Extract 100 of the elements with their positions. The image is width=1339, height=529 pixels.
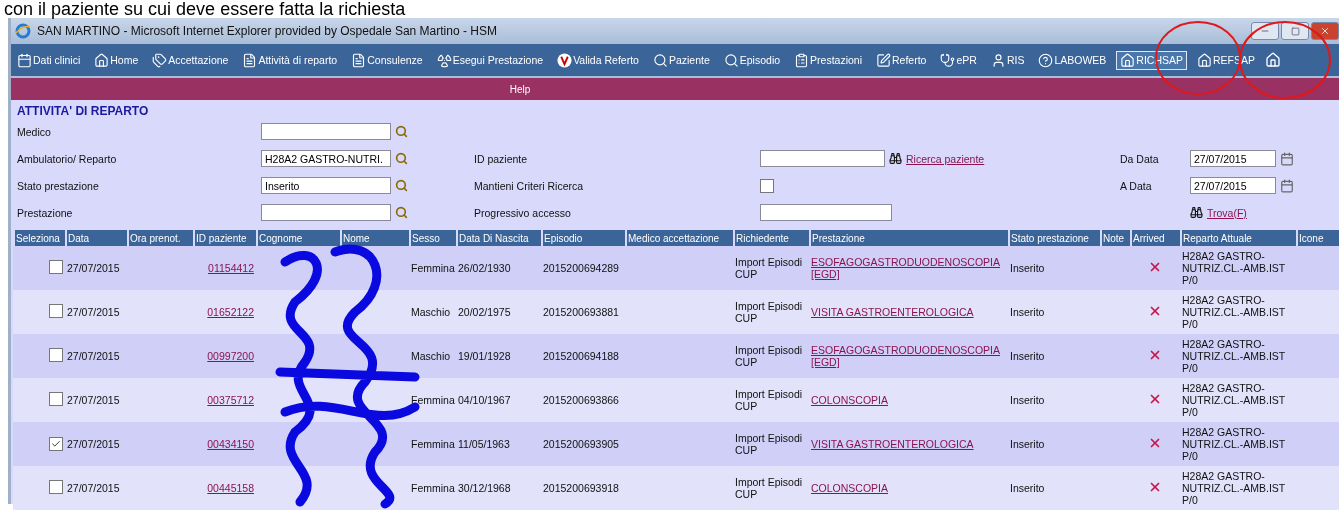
text-field[interactable]: Inserito — [261, 177, 391, 194]
pen-icon — [876, 52, 891, 68]
row-checkbox[interactable] — [49, 392, 63, 406]
column-header[interactable]: Prestazione — [809, 230, 1008, 246]
patient-id-link[interactable]: 00997200 — [207, 350, 254, 362]
calendar-icon[interactable] — [1280, 151, 1294, 166]
column-header[interactable]: Ora prenot. — [127, 230, 193, 246]
text-field[interactable] — [760, 150, 885, 167]
toolbar-button[interactable]: ePR — [936, 50, 981, 70]
calendar-icon[interactable] — [1280, 178, 1294, 193]
column-header[interactable]: Cognome — [256, 230, 340, 246]
radiation-icon — [436, 52, 452, 68]
toolbar-button[interactable]: Consulenze — [347, 50, 427, 70]
patient-id-link[interactable]: 00445158 — [207, 482, 254, 494]
service-link[interactable]: COLONSCOPIA — [811, 394, 1006, 406]
column-header[interactable]: Richiedente — [733, 230, 809, 246]
patient-id-link[interactable]: 01154412 — [208, 262, 254, 274]
toolbar-button[interactable]: Esegui Prestazione — [432, 50, 548, 70]
patient-id-link[interactable]: 00434150 — [207, 438, 254, 450]
column-header[interactable]: Medico accettazione — [625, 230, 733, 246]
table-cell-text: Inserito — [1009, 349, 1046, 364]
section-title: ATTIVITA' DI REPARTO — [17, 104, 150, 118]
table-cell-text: Femmina — [410, 437, 456, 452]
search-icon[interactable] — [395, 125, 408, 138]
row-checkbox[interactable] — [49, 304, 63, 318]
field-label: Medico — [17, 125, 52, 138]
column-header[interactable]: Icone — [1296, 230, 1339, 246]
table-cell-text: 26/02/1930 — [457, 261, 512, 276]
table-cell-text: H28A2 GASTRO-NUTRIZ.CL.-AMB.IST P/0 — [1181, 249, 1287, 288]
table-cell-text: 2015200694188 — [542, 349, 620, 364]
column-header[interactable]: Nome — [340, 230, 409, 246]
column-header[interactable]: Reparto Attuale — [1180, 230, 1296, 246]
search-icon[interactable] — [395, 179, 408, 192]
check-icon — [51, 439, 61, 449]
text-field[interactable]: H28A2 GASTRO-NUTRI. — [261, 150, 391, 167]
toolbar-button[interactable]: RIS — [986, 50, 1029, 70]
field-label: A Data — [1120, 179, 1153, 192]
row-checkbox[interactable] — [49, 437, 63, 451]
service-link[interactable]: VISITA GASTROENTEROLOGICA — [811, 306, 1006, 318]
patient-id-link[interactable]: 00375712 — [207, 394, 254, 406]
binoculars-icon — [889, 152, 902, 165]
text-field[interactable] — [760, 204, 892, 221]
toolbar-button[interactable]: Accettazione — [148, 50, 233, 70]
table-cell-text: 27/07/2015 — [66, 305, 121, 320]
field-label: Prestazione — [17, 206, 74, 219]
field-label: ID paziente — [474, 152, 529, 165]
toolbar-button[interactable]: Paziente — [648, 50, 714, 70]
close-button[interactable] — [1311, 22, 1339, 40]
field-label: Ambulatorio/ Reparto — [17, 152, 118, 165]
column-header[interactable]: ID paziente — [193, 230, 256, 246]
checkbox[interactable] — [760, 178, 774, 193]
search-icon[interactable] — [395, 206, 408, 219]
column-header[interactable]: Data — [65, 230, 127, 246]
toolbar-button[interactable]: Prestazioni — [790, 50, 866, 70]
table-cell-text: 30/12/1968 — [457, 481, 512, 496]
table-cell-text: Inserito — [1009, 305, 1046, 320]
service-link[interactable]: ESOFAGOGASTRODUODENOSCOPIA [EGD] — [811, 344, 1006, 368]
toolbar-button[interactable]: Valida Referto — [553, 50, 643, 70]
house-icon — [1120, 52, 1136, 68]
column-header[interactable]: Episodio — [541, 230, 625, 246]
service-link[interactable]: COLONSCOPIA — [811, 482, 1006, 494]
caption-text: con il paziente su cui deve essere fatta la richiesta — [3, 0, 407, 18]
table-cell-text: 11/05/1963 — [457, 437, 511, 452]
clipboard-icon — [794, 52, 810, 68]
toolbar-button[interactable]: Episodio — [719, 50, 785, 70]
row-checkbox[interactable] — [49, 260, 63, 274]
search-icon[interactable] — [395, 152, 408, 165]
row-checkbox[interactable] — [49, 480, 63, 494]
column-header[interactable]: Data Di Nascita — [456, 230, 541, 246]
date-field[interactable]: 27/07/2015 — [1190, 177, 1276, 194]
column-header[interactable]: Seleziona — [13, 230, 65, 246]
row-checkbox[interactable] — [49, 348, 63, 362]
toolbar-button[interactable]: Referto — [872, 50, 931, 70]
house-icon[interactable] — [1265, 52, 1282, 68]
toolbar-button[interactable]: Home — [90, 50, 143, 70]
search-link[interactable]: Ricerca paziente — [906, 152, 985, 165]
table-cell-text: 19/01/1928 — [457, 349, 512, 364]
table-cell-text: Import Episodi CUP — [734, 387, 804, 414]
patient-id-link[interactable]: 01652122 — [207, 306, 254, 318]
service-link[interactable]: ESOFAGOGASTRODUODENOSCOPIA [EGD] — [811, 256, 1006, 280]
table-cell-text: Femmina — [410, 393, 456, 408]
service-link[interactable]: VISITA GASTROENTEROLOGICA — [811, 438, 1006, 450]
calendar-icon — [17, 52, 32, 68]
column-header[interactable]: Arrived — [1130, 230, 1180, 246]
table-cell-text: H28A2 GASTRO-NUTRIZ.CL.-AMB.IST P/0 — [1181, 293, 1287, 332]
column-header[interactable]: Sesso — [409, 230, 456, 246]
date-field[interactable]: 27/07/2015 — [1190, 150, 1276, 167]
text-field[interactable] — [261, 123, 391, 140]
document-icon — [351, 52, 367, 68]
help-menu[interactable]: Help — [509, 83, 531, 95]
toolbar-button[interactable]: LABOWEB — [1034, 50, 1111, 70]
table-cell-text: H28A2 GASTRO-NUTRIZ.CL.-AMB.IST P/0 — [1181, 381, 1287, 420]
find-link[interactable]: Trova(F) — [1207, 206, 1247, 219]
toolbar-button[interactable]: Dati clinici — [13, 50, 85, 70]
toolbar-button[interactable]: Attività di reparto — [238, 50, 342, 70]
column-header[interactable]: Note — [1100, 230, 1130, 246]
table-cell-text: 20/02/1975 — [457, 305, 512, 320]
text-field[interactable] — [261, 204, 391, 221]
column-header[interactable]: Stato prestazione — [1008, 230, 1100, 246]
table-cell-text: Import Episodi CUP — [734, 299, 804, 326]
